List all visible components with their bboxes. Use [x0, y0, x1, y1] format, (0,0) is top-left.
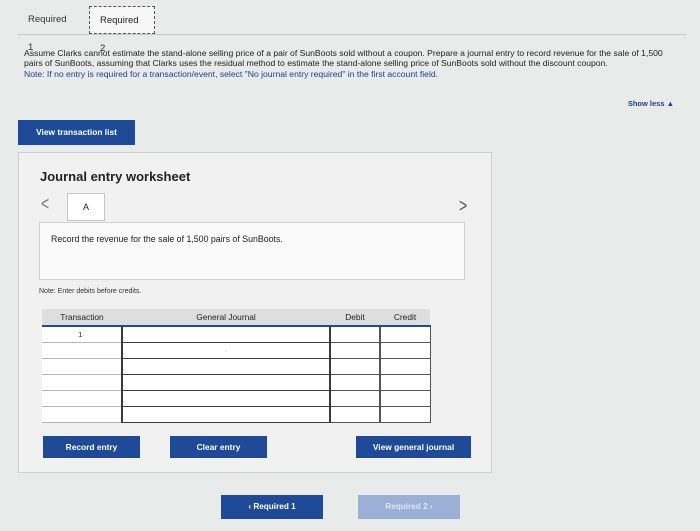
view-general-journal-button[interactable]: View general journal [356, 436, 471, 458]
instructions-note: Note: If no entry is required for a tran… [24, 68, 439, 79]
debit-field[interactable] [329, 373, 381, 391]
table-row [42, 389, 431, 407]
credit-field[interactable] [379, 325, 431, 343]
journal-table: Transaction General Journal Debit Credit… [42, 309, 431, 423]
account-field[interactable] [121, 373, 331, 391]
credit-field[interactable] [379, 373, 431, 391]
chevron-left-icon[interactable]: < [41, 192, 49, 214]
credit-field[interactable] [379, 389, 431, 407]
transaction-cell [42, 341, 122, 359]
credit-field[interactable] [379, 405, 431, 423]
table-row: · [42, 341, 431, 359]
debits-hint: Note: Enter debits before credits. [39, 288, 142, 295]
record-entry-button[interactable]: Record entry [43, 436, 140, 458]
table-row [42, 405, 431, 423]
header-transaction: Transaction [42, 309, 122, 327]
header-debit: Debit [330, 309, 380, 327]
debit-field[interactable] [329, 405, 381, 423]
header-credit: Credit [380, 309, 430, 327]
header-general-journal: General Journal [122, 309, 330, 327]
table-row [42, 373, 431, 391]
entry-description: Record the revenue for the sale of 1,500… [51, 234, 283, 244]
credit-field[interactable] [379, 341, 431, 359]
instructions-text: Assume Clarks cannot estimate the stand-… [24, 48, 663, 69]
account-field[interactable] [121, 357, 331, 375]
debit-field[interactable] [329, 341, 381, 359]
journal-entry-worksheet: Journal entry worksheet < A > Record the… [18, 152, 492, 473]
account-field[interactable] [121, 405, 331, 423]
entry-selector-a[interactable]: A [67, 193, 105, 221]
tab-required-1[interactable]: Required 1 [18, 6, 84, 53]
entry-description-box: Record the revenue for the sale of 1,500… [39, 222, 465, 280]
view-transaction-list-button[interactable]: View transaction list [18, 120, 135, 145]
next-requirement-button: Required 2 › [358, 495, 460, 519]
table-row [42, 357, 431, 375]
instructions: Assume Clarks cannot estimate the stand-… [24, 48, 674, 79]
prev-requirement-button[interactable]: ‹ Required 1 [221, 495, 323, 519]
table-row: 1· [42, 325, 431, 343]
account-field[interactable]: · [121, 341, 331, 359]
clear-entry-button[interactable]: Clear entry [170, 436, 267, 458]
transaction-cell [42, 389, 122, 407]
transaction-cell [42, 357, 122, 375]
debit-field[interactable] [329, 325, 381, 343]
credit-field[interactable] [379, 357, 431, 375]
debit-field[interactable] [329, 357, 381, 375]
account-field[interactable] [121, 325, 331, 343]
transaction-number: 1· [42, 325, 122, 343]
tab-required-2[interactable]: Required 2 [89, 6, 155, 54]
transaction-cell [42, 405, 122, 423]
worksheet-title: Journal entry worksheet [40, 169, 191, 184]
show-less-link[interactable]: Show less ▲ [628, 99, 674, 108]
transaction-cell [42, 373, 122, 391]
account-field[interactable] [121, 389, 331, 407]
debit-field[interactable] [329, 389, 381, 407]
chevron-right-icon[interactable]: > [459, 194, 467, 216]
